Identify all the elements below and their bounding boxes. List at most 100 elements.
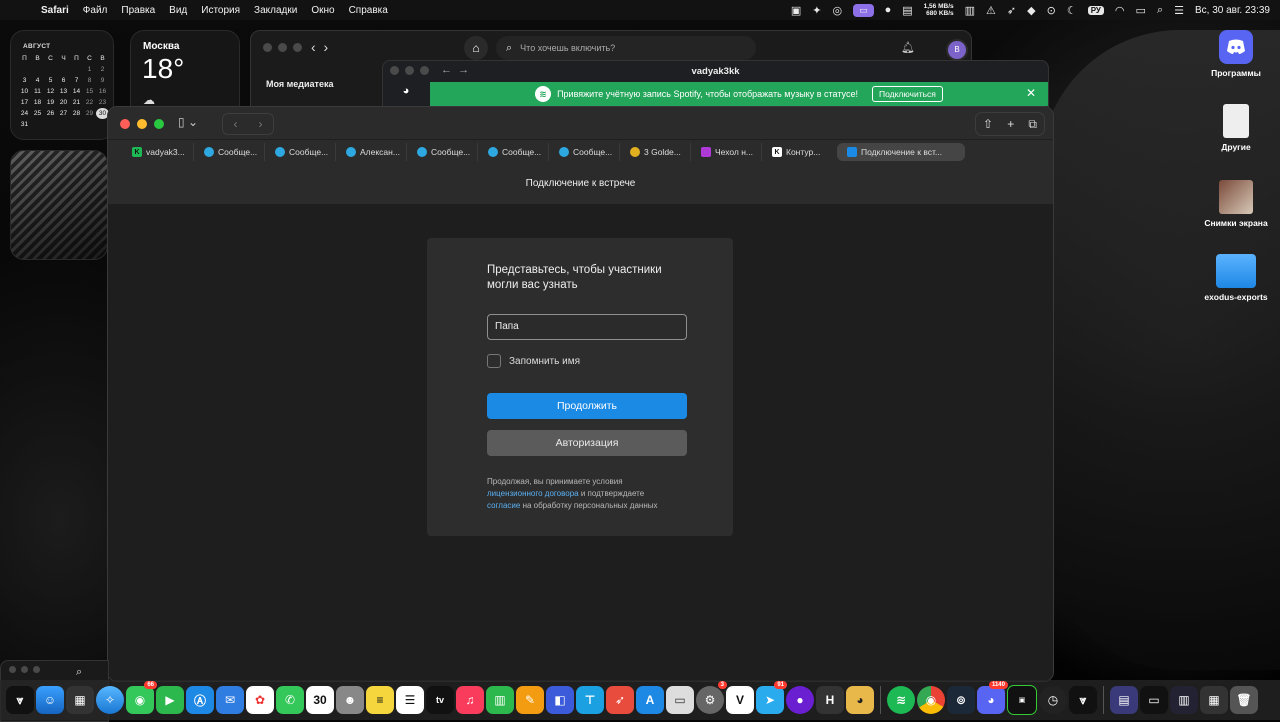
name-input[interactable]: Папа bbox=[487, 314, 687, 340]
dock-keynote2-icon[interactable]: ⊤ bbox=[576, 686, 604, 714]
tab[interactable]: Сообще... bbox=[548, 143, 618, 161]
library-title[interactable]: Моя медиатека bbox=[266, 79, 333, 89]
consent-link[interactable]: согласие bbox=[487, 501, 520, 510]
screen-record-icon[interactable]: ▭ bbox=[853, 3, 874, 17]
tab[interactable]: Алексан... bbox=[335, 143, 405, 161]
safari-window[interactable]: ▯ ⌄ ‹ › ⇧ + ⧉ K vadyak3... Сообще... Соо… bbox=[107, 106, 1054, 682]
calendar-widget[interactable]: АВГУСТ П В С Ч П С В 1 2 3 4 5 6 7 8 9 1… bbox=[10, 30, 114, 140]
desktop-item-screenshots[interactable]: Снимки экрана bbox=[1196, 180, 1276, 228]
dock-appstore-icon[interactable]: Ⓐ bbox=[186, 686, 214, 714]
dock-rocket-icon[interactable]: ➶ bbox=[606, 686, 634, 714]
dock-reminders-icon[interactable]: ☰ bbox=[396, 686, 424, 714]
dock-activity-icon[interactable]: ◷ bbox=[1039, 686, 1067, 714]
desktop-item-programs[interactable]: Программы bbox=[1196, 30, 1276, 78]
dock-hammer-icon[interactable]: H bbox=[816, 686, 844, 714]
desktop-item-exodus[interactable]: exodus-exports bbox=[1196, 254, 1276, 302]
dock-contacts-icon[interactable]: ☻ bbox=[336, 686, 364, 714]
battery-icon[interactable]: ▭ bbox=[1136, 4, 1146, 17]
login-button[interactable]: Авторизация bbox=[487, 430, 687, 456]
warning-icon[interactable]: ⚠ bbox=[986, 4, 996, 17]
menu-file[interactable]: Файл bbox=[76, 5, 115, 16]
app-badge-icon[interactable]: ◆ bbox=[1027, 4, 1035, 17]
dock-incy-icon[interactable]: ▣ bbox=[1007, 685, 1037, 715]
close-window-button[interactable] bbox=[120, 119, 130, 129]
tab[interactable]: Сообще... bbox=[406, 143, 476, 161]
menu-window[interactable]: Окно bbox=[304, 5, 341, 16]
spotify-search-input[interactable]: ⌕ Что хочешь включить? bbox=[496, 36, 756, 60]
tab[interactable]: K Контур... bbox=[761, 143, 831, 161]
dock-window-thumb-icon[interactable]: ▦ bbox=[1200, 686, 1228, 714]
rocket-icon[interactable]: ➶ bbox=[1007, 4, 1016, 17]
dock-steam-icon[interactable]: ⊚ bbox=[947, 686, 975, 714]
menu-safari[interactable]: Safari bbox=[34, 5, 76, 16]
home-icon[interactable]: ⌂ bbox=[464, 36, 488, 60]
input-language[interactable]: РУ bbox=[1087, 5, 1104, 15]
avatar[interactable]: B bbox=[946, 39, 968, 61]
new-tab-icon[interactable]: + bbox=[1007, 117, 1014, 131]
minimize-window-button[interactable] bbox=[137, 119, 147, 129]
dock-finder-icon[interactable]: ☺ bbox=[36, 686, 64, 714]
dock-safari-icon[interactable]: ✧ bbox=[96, 686, 124, 714]
dock-xcode-icon[interactable]: A bbox=[636, 686, 664, 714]
record-icon[interactable]: ⊙ bbox=[1047, 4, 1056, 17]
screen-icon[interactable]: ▣ bbox=[791, 4, 801, 17]
share-icon[interactable]: ⇧ bbox=[983, 117, 993, 131]
dock-window-thumb-icon[interactable]: ▥ bbox=[1170, 686, 1198, 714]
dock-keynote-icon[interactable]: ◧ bbox=[546, 686, 574, 714]
bell-icon[interactable]: 🔔︎ bbox=[901, 41, 915, 54]
menu-help[interactable]: Справка bbox=[342, 5, 395, 16]
license-agreement-link[interactable]: лицензионного договора bbox=[487, 489, 579, 498]
wifi-icon[interactable]: ◠ bbox=[1115, 4, 1125, 17]
moon-icon[interactable]: ☾ bbox=[1067, 4, 1077, 17]
tab[interactable]: Сообще... bbox=[193, 143, 263, 161]
dock-vim-icon[interactable]: V bbox=[726, 686, 754, 714]
dock-facetime-icon[interactable]: ▶ bbox=[156, 686, 184, 714]
dock-window-thumb-icon[interactable]: ▤ bbox=[1110, 686, 1138, 714]
cloud-sync-icon[interactable]: ◎ bbox=[832, 4, 842, 17]
close-icon[interactable]: ✕ bbox=[1026, 86, 1036, 100]
discord-icon[interactable]: ◕ bbox=[393, 85, 419, 103]
dock-messages-icon[interactable]: ◉ 66 bbox=[126, 681, 157, 714]
dock-settings-icon[interactable]: ⚙ 3 bbox=[696, 681, 727, 714]
dock-notes-icon[interactable]: ≡ bbox=[366, 686, 394, 714]
dock-duck-icon[interactable]: ◕ bbox=[846, 686, 874, 714]
tab[interactable]: Сообще... bbox=[477, 143, 547, 161]
tab[interactable]: 3 Golde... bbox=[619, 143, 689, 161]
dock-vpn-icon[interactable]: ⩔ bbox=[6, 686, 34, 714]
checkbox-box[interactable] bbox=[487, 354, 501, 368]
sidebar-toggle-icon[interactable]: ▯ ⌄ bbox=[178, 115, 198, 129]
dot-icon[interactable]: ● bbox=[885, 4, 892, 16]
dock-launchpad-icon[interactable]: ▦ bbox=[66, 686, 94, 714]
back-forward-icon[interactable]: ‹ › bbox=[311, 39, 328, 55]
dock-music-icon[interactable]: ♫ bbox=[456, 686, 484, 714]
dock-calendar-icon[interactable]: 30 bbox=[306, 686, 334, 714]
dock-preview-icon[interactable]: ▭ bbox=[666, 686, 694, 714]
menu-history[interactable]: История bbox=[194, 5, 247, 16]
sparkle-icon[interactable]: ✦ bbox=[812, 4, 821, 17]
dock-mail-icon[interactable]: ✉ bbox=[216, 686, 244, 714]
connect-button[interactable]: Подключиться bbox=[871, 86, 943, 102]
search-icon[interactable]: ⌕ bbox=[1157, 4, 1163, 17]
forward-icon[interactable]: › bbox=[259, 117, 263, 131]
tab[interactable]: Чехол н... bbox=[690, 143, 760, 161]
tab[interactable]: Сообще... bbox=[264, 143, 334, 161]
continue-button[interactable]: Продолжить bbox=[487, 393, 687, 419]
dock-trash-icon[interactable]: 🗑︎ bbox=[1230, 686, 1258, 714]
tab-active[interactable]: Подключение к вст... bbox=[837, 143, 965, 161]
dock-photos-icon[interactable]: ✿ bbox=[246, 686, 274, 714]
dock-spotify-icon[interactable]: ≋ bbox=[887, 686, 915, 714]
search-icon[interactable]: ⌕ bbox=[76, 666, 82, 679]
remember-name-checkbox[interactable]: Запомнить имя bbox=[487, 354, 580, 368]
back-icon[interactable]: ‹ bbox=[234, 117, 238, 131]
dock-discord-icon[interactable]: ◕ 1140 bbox=[977, 681, 1008, 714]
photo-widget[interactable] bbox=[10, 150, 108, 260]
clock[interactable]: Вс, 30 авг. 23:39 bbox=[1195, 5, 1270, 16]
cpu-meter-icon[interactable]: ▥ bbox=[965, 4, 975, 17]
dock-window-thumb-icon[interactable]: ▭ bbox=[1140, 686, 1168, 714]
menu-edit[interactable]: Правка bbox=[114, 5, 162, 16]
dock-appletv-icon[interactable]: tv bbox=[426, 686, 454, 714]
drive-icon[interactable]: ▤ bbox=[902, 4, 912, 17]
control-center-icon[interactable]: ☰ bbox=[1174, 4, 1184, 17]
dock-vpn2-icon[interactable]: ⩔ bbox=[1069, 686, 1097, 714]
dock-orb-icon[interactable]: ● bbox=[786, 686, 814, 714]
